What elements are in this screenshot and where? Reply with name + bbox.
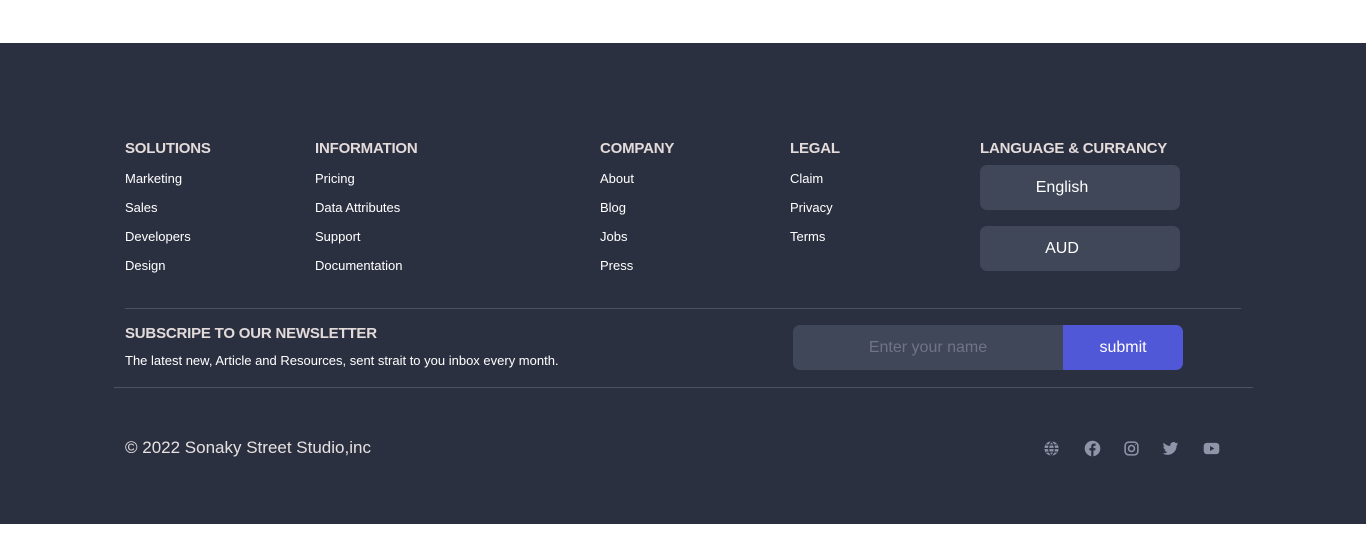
column-title: LANGUAGE & CURRANCY [980,140,1168,157]
newsletter-title: SUBSCRIPE TO OUR NEWSLETTER [125,325,377,342]
link-claim[interactable]: Claim [790,164,840,193]
site-footer: SOLUTIONS Marketing Sales Developers Des… [0,43,1366,524]
currency-select[interactable]: AUD [980,226,1180,271]
divider [125,308,1241,309]
globe-icon[interactable] [1042,439,1060,457]
footer-column-language-currency: LANGUAGE & CURRANCY [980,140,1167,164]
language-select[interactable]: English [980,165,1180,210]
link-developers[interactable]: Developers [125,222,211,251]
link-sales[interactable]: Sales [125,193,211,222]
link-data-attributes[interactable]: Data Attributes [315,193,418,222]
newsletter-submit-button[interactable]: submit [1063,325,1183,370]
column-title: COMPANY [600,140,675,157]
twitter-icon[interactable] [1161,439,1179,457]
footer-column-information: INFORMATION Pricing Data Attributes Supp… [315,140,418,280]
link-blog[interactable]: Blog [600,193,674,222]
language-value: English [1035,178,1089,196]
link-pricing[interactable]: Pricing [315,164,418,193]
link-documentation[interactable]: Documentation [315,251,418,280]
copyright-text: © 2022 Sonaky Street Studio,inc [125,438,371,457]
youtube-icon[interactable] [1202,439,1220,457]
link-marketing[interactable]: Marketing [125,164,211,193]
link-about[interactable]: About [600,164,674,193]
link-jobs[interactable]: Jobs [600,222,674,251]
newsletter-description: The latest new, Article and Resources, s… [125,353,559,368]
footer-column-solutions: SOLUTIONS Marketing Sales Developers Des… [125,140,211,280]
column-title: INFORMATION [315,140,418,157]
newsletter-name-input[interactable] [793,325,1063,370]
link-design[interactable]: Design [125,251,211,280]
facebook-icon[interactable] [1083,439,1101,457]
link-press[interactable]: Press [600,251,674,280]
column-title: LEGAL [790,140,840,157]
instagram-icon[interactable] [1122,439,1140,457]
link-support[interactable]: Support [315,222,418,251]
link-privacy[interactable]: Privacy [790,193,840,222]
footer-column-legal: LEGAL Claim Privacy Terms [790,140,840,251]
currency-value: AUD [1045,239,1079,257]
column-title: SOLUTIONS [125,140,211,157]
link-terms[interactable]: Terms [790,222,840,251]
footer-column-company: COMPANY About Blog Jobs Press [600,140,674,280]
divider [114,387,1253,388]
